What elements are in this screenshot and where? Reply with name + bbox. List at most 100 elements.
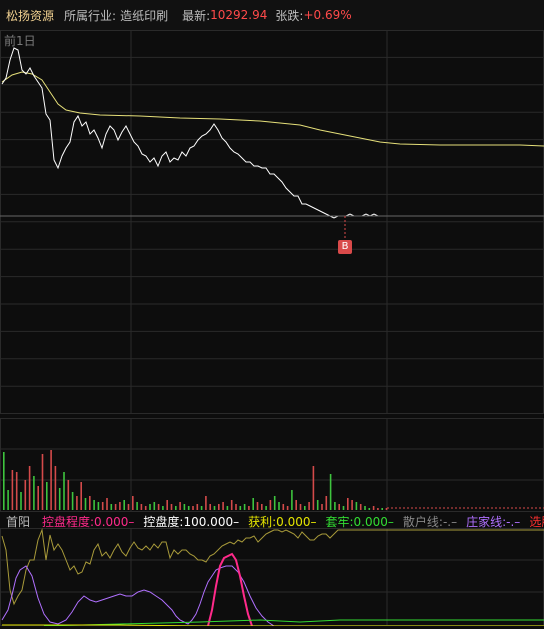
volume-bar	[359, 504, 362, 510]
legend-control-percent: 控盘度:100.000–	[143, 514, 240, 529]
volume-bar	[243, 504, 246, 510]
volume-bar	[7, 490, 9, 510]
volume-bar	[226, 506, 229, 510]
volume-bar	[11, 470, 14, 510]
volume-bar	[273, 496, 276, 510]
volume-bar	[355, 502, 358, 510]
buy-signal-marker[interactable]: B	[338, 240, 352, 254]
volume-bar	[58, 488, 61, 510]
volume-bar	[179, 502, 181, 510]
volume-bar	[41, 454, 44, 510]
volume-bar	[110, 504, 113, 510]
volume-bar	[312, 466, 315, 510]
volume-bar	[334, 502, 336, 510]
volume-bar	[329, 474, 332, 510]
average-price-line	[1, 71, 544, 147]
volume-bar	[192, 506, 194, 510]
legend-trapped: 套牢:0.000–	[325, 514, 394, 529]
volume-bar	[166, 500, 168, 510]
volume-bar	[381, 508, 383, 510]
volume-bar	[304, 506, 306, 510]
volume-bar	[71, 492, 74, 510]
volume-bar	[33, 476, 35, 510]
volume-bar	[351, 500, 353, 510]
volume-bar	[46, 482, 48, 510]
legend-retail-line: 散户线:-.–	[402, 514, 458, 529]
volume-bar	[183, 504, 186, 510]
volume-bar	[149, 504, 151, 510]
indicator-first-label[interactable]: 首阳	[6, 513, 30, 530]
volume-bar	[114, 504, 117, 510]
volume-bar	[187, 506, 190, 510]
volume-bar	[24, 480, 27, 510]
volume-bar	[20, 492, 22, 510]
volume-bar	[153, 502, 156, 510]
volume-bar	[209, 504, 211, 510]
volume-bar	[54, 466, 57, 510]
legend-select-stock[interactable]: 选股	[529, 513, 544, 530]
volume-bar	[299, 504, 302, 510]
volume-bar	[144, 506, 147, 510]
volume-bar	[80, 482, 82, 510]
volume-bar	[372, 506, 375, 510]
stock-header: 松扬资源 所属行业: 造纸印刷 最新: 10292.94 张跌: +0.69%	[0, 0, 544, 30]
indicator-panel-frame	[0, 528, 544, 626]
volume-bar	[278, 502, 280, 510]
chart-area[interactable]: 前1日 B	[0, 30, 544, 627]
volume-bar	[235, 504, 237, 510]
change-label: 张跌:	[275, 8, 304, 23]
volume-bar	[308, 502, 310, 510]
volume-bar	[67, 480, 70, 510]
volume-bar	[162, 506, 164, 510]
period-label: 前1日	[4, 33, 36, 48]
industry-value[interactable]: 造纸印刷	[120, 7, 168, 24]
latest-value: 10292.94	[210, 8, 268, 22]
volume-bar	[338, 504, 340, 510]
volume-bar	[200, 506, 203, 510]
industry-label: 所属行业:	[64, 8, 117, 23]
stock-name[interactable]: 松扬资源	[6, 7, 54, 24]
legend-dealer-line: 庄家线:-.–	[466, 514, 521, 529]
volume-bar	[239, 506, 242, 510]
price-line	[1, 47, 544, 219]
volume-bar	[63, 472, 65, 510]
volume-bar	[97, 502, 100, 510]
volume-bar	[230, 500, 233, 510]
volume-bar	[213, 506, 216, 510]
indicator-olive-line	[1, 528, 544, 606]
volume-bar	[364, 506, 366, 510]
volume-bar	[76, 496, 78, 510]
volume-bar	[140, 504, 143, 510]
volume-bar	[342, 506, 345, 510]
volume-bar	[265, 506, 267, 510]
volume-bar	[347, 498, 349, 510]
volume-bar	[119, 502, 121, 510]
volume-bar	[175, 506, 177, 510]
indicator-legend: 首阳 控盘程度:0.000– 控盘度:100.000– 获利:0.000– 套牢…	[0, 512, 544, 530]
volume-bar	[132, 496, 134, 510]
latest-label: 最新:	[182, 8, 211, 23]
volume-bar	[50, 450, 52, 510]
volume-bar	[269, 500, 272, 510]
volume-bar	[295, 500, 297, 510]
change-value: +0.69%	[303, 8, 352, 22]
volume-bar	[205, 496, 207, 510]
dealer-line	[1, 565, 275, 627]
chart-canvas[interactable]: 前1日	[0, 30, 544, 627]
volume-bar	[136, 502, 138, 510]
volume-bar	[261, 504, 263, 510]
volume-bar	[123, 500, 125, 510]
volume-bar	[127, 504, 130, 510]
price-panel-grid	[0, 30, 544, 414]
volume-bar	[291, 490, 293, 510]
volume-bar	[368, 508, 371, 510]
volume-bar	[316, 500, 319, 510]
volume-bar	[256, 502, 259, 510]
volume-bar	[196, 504, 199, 510]
volume-bar	[377, 508, 379, 510]
volume-bar	[325, 496, 328, 510]
volume-bar	[282, 504, 285, 510]
volume-bar	[252, 498, 254, 510]
volume-bar	[248, 506, 250, 510]
indicator-panel-grid	[0, 529, 544, 626]
